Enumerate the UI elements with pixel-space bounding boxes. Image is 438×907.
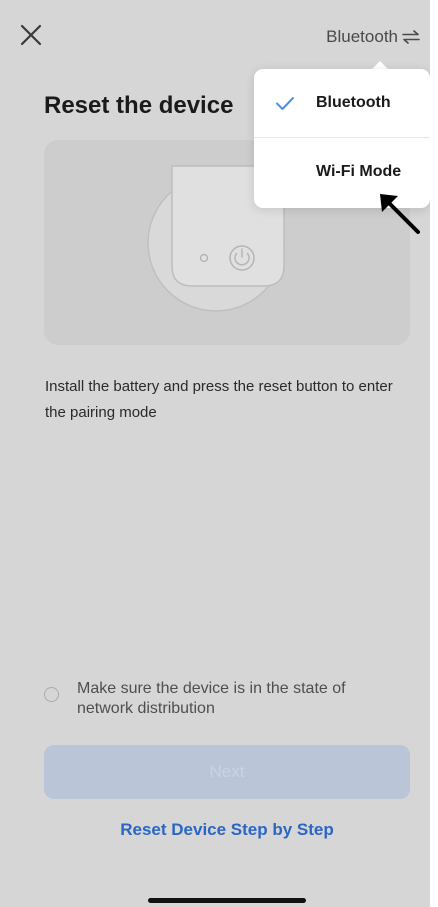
mode-menu-item-label: Bluetooth (316, 94, 391, 111)
swap-arrows-icon (402, 30, 420, 44)
pointer-arrow-icon (380, 194, 420, 234)
confirm-label: Make sure the device is in the state of … (77, 680, 346, 717)
page-title: Reset the device (44, 92, 234, 119)
mode-switch-label: Bluetooth (326, 27, 398, 46)
right-edge (430, 0, 438, 907)
reset-step-by-step-link[interactable]: Reset Device Step by Step (0, 820, 438, 840)
app-screen: Bluetooth Reset the device Install the b… (0, 0, 430, 907)
close-button[interactable] (18, 22, 44, 48)
mode-menu-item-label: Wi-Fi Mode (316, 163, 402, 180)
next-button[interactable]: Next (44, 745, 410, 799)
close-icon (20, 24, 42, 46)
instruction-text: Install the battery and press the reset … (45, 378, 393, 421)
checkmark-icon (276, 96, 294, 110)
mode-switch-button[interactable]: Bluetooth (326, 24, 420, 50)
confirm-radio[interactable] (44, 687, 59, 702)
mode-menu-popover: Bluetooth Wi-Fi Mode (254, 69, 430, 208)
home-indicator[interactable] (148, 898, 306, 903)
mode-menu-item-bluetooth[interactable]: Bluetooth (254, 69, 430, 138)
confirm-checkbox-row[interactable]: Make sure the device is in the state of … (44, 679, 404, 719)
